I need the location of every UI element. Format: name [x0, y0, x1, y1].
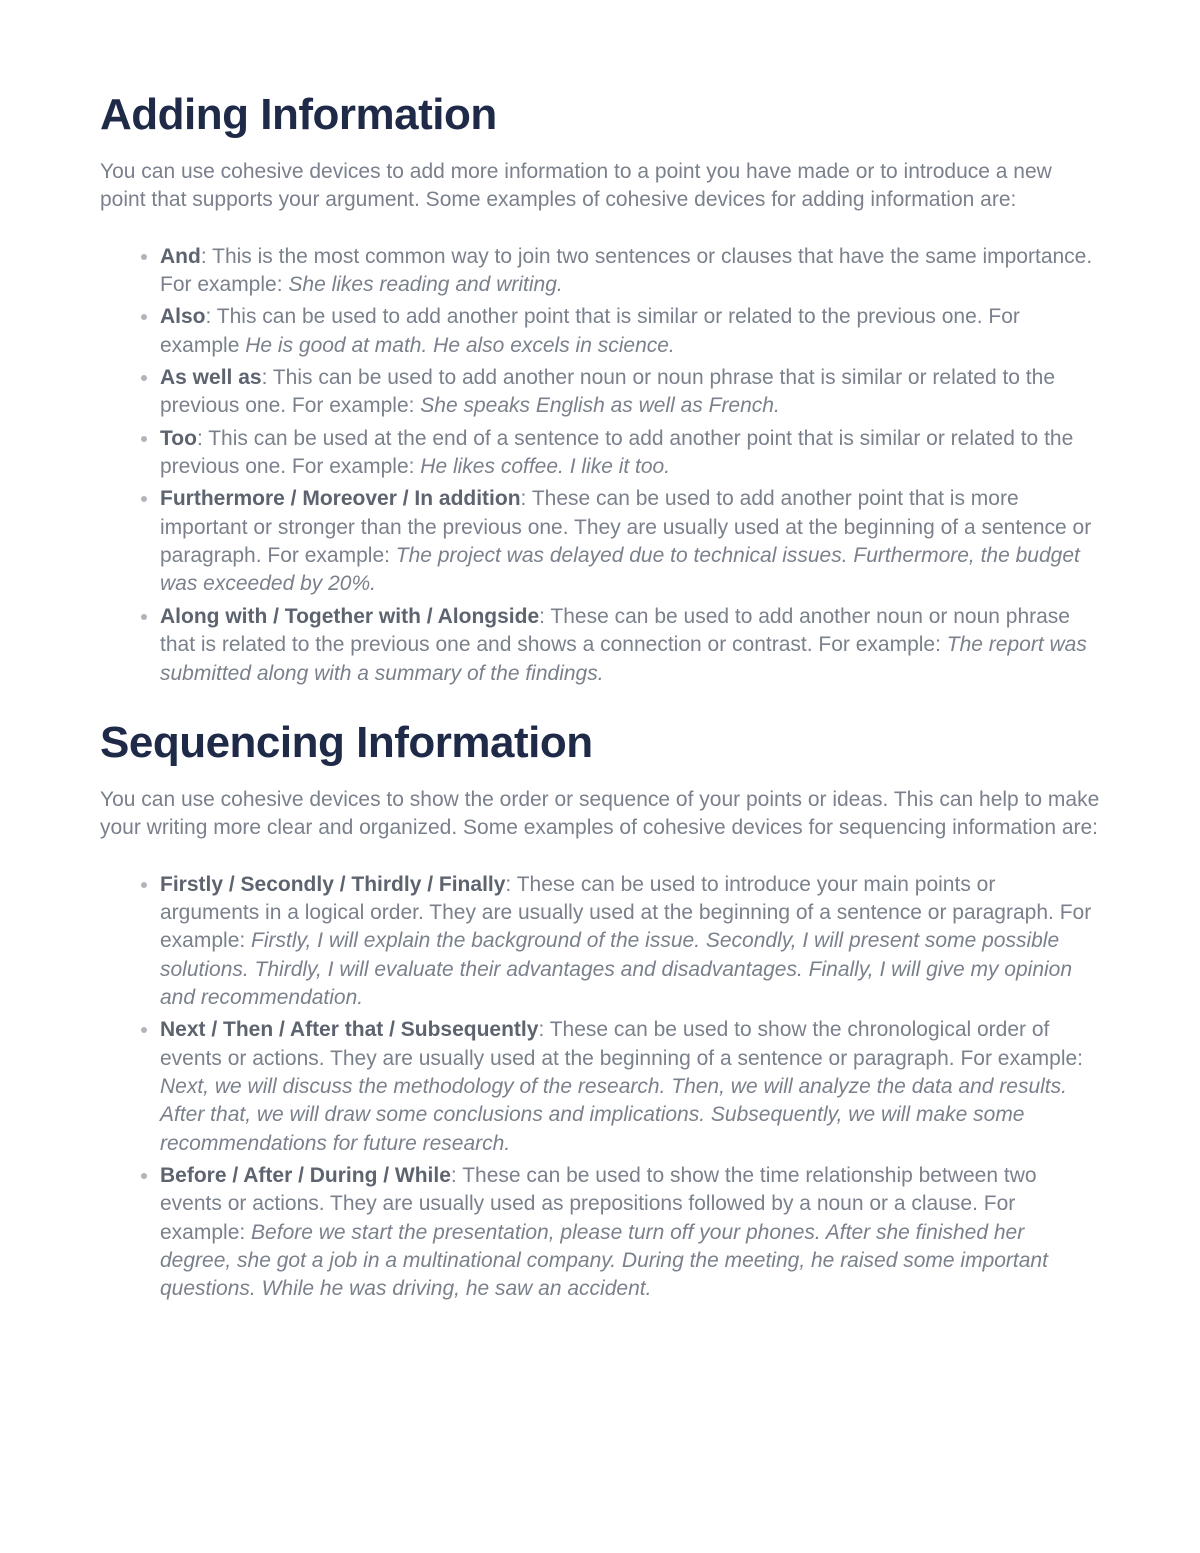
- list-adding: And: This is the most common way to join…: [100, 243, 1100, 688]
- list-sequencing: Firstly / Secondly / Thirdly / Finally: …: [100, 871, 1100, 1304]
- list-item: Also: This can be used to add another po…: [160, 303, 1100, 360]
- term: Before / After / During / While: [160, 1164, 451, 1187]
- list-item: Furthermore / Moreover / In addition: Th…: [160, 485, 1100, 598]
- term: Also: [160, 305, 206, 328]
- section-heading-adding: Adding Information: [100, 90, 1100, 140]
- example: She likes reading and writing.: [288, 273, 562, 296]
- example: Next, we will discuss the methodology of…: [160, 1075, 1067, 1155]
- example: Firstly, I will explain the background o…: [160, 929, 1072, 1009]
- list-item: Too: This can be used at the end of a se…: [160, 425, 1100, 482]
- term: Along with / Together with / Alongside: [160, 605, 539, 628]
- term: Firstly / Secondly / Thirdly / Finally: [160, 873, 505, 896]
- term: Furthermore / Moreover / In addition: [160, 487, 521, 510]
- term: And: [160, 245, 201, 268]
- list-item: Before / After / During / While: These c…: [160, 1162, 1100, 1304]
- term: Next / Then / After that / Subsequently: [160, 1018, 538, 1041]
- list-item: Next / Then / After that / Subsequently:…: [160, 1016, 1100, 1158]
- section-intro-adding: You can use cohesive devices to add more…: [100, 158, 1100, 215]
- list-item: As well as: This can be used to add anot…: [160, 364, 1100, 421]
- list-item: Along with / Together with / Alongside: …: [160, 603, 1100, 688]
- example: He is good at math. He also excels in sc…: [245, 334, 675, 357]
- example: He likes coffee. I like it too.: [420, 455, 670, 478]
- list-item: And: This is the most common way to join…: [160, 243, 1100, 300]
- example: Before we start the presentation, please…: [160, 1221, 1048, 1301]
- term: As well as: [160, 366, 262, 389]
- example: She speaks English as well as French.: [420, 394, 780, 417]
- section-heading-sequencing: Sequencing Information: [100, 718, 1100, 768]
- section-intro-sequencing: You can use cohesive devices to show the…: [100, 786, 1100, 843]
- term: Too: [160, 427, 197, 450]
- list-item: Firstly / Secondly / Thirdly / Finally: …: [160, 871, 1100, 1013]
